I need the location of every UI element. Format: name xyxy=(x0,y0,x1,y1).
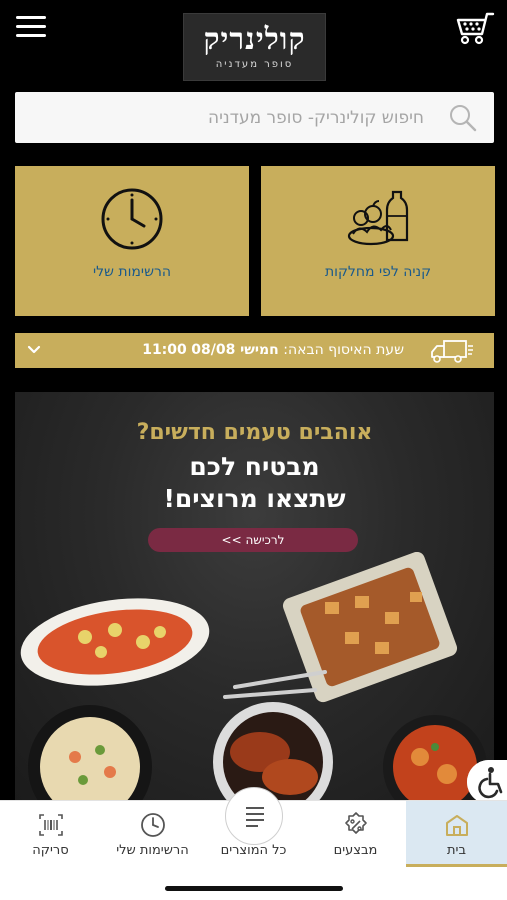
home-indicator[interactable] xyxy=(165,886,343,891)
search-input[interactable] xyxy=(35,92,424,143)
tab-scan-label: סריקה xyxy=(32,843,69,858)
banner-subheadline-1: מבטיח לכם xyxy=(189,452,320,481)
tab-home[interactable]: בית xyxy=(406,801,507,867)
app-header: קולינריק סופר מעדניה xyxy=(0,0,507,88)
tab-my-lists[interactable]: הרשימות שלי xyxy=(102,801,203,867)
clock-icon xyxy=(140,813,165,837)
tab-deals[interactable]: מבצעים xyxy=(305,801,406,867)
promo-banner[interactable]: אוהבים טעמים חדשים? מבטיח לכם שתצאו מרוצ… xyxy=(15,392,494,800)
salmon-dish-image xyxy=(20,598,210,686)
pickup-time: 11:00 xyxy=(142,342,187,358)
all-products-circle xyxy=(224,787,283,845)
list-icon xyxy=(245,807,264,827)
app-logo[interactable]: קולינריק סופר מעדניה xyxy=(183,13,326,81)
tab-my-lists-label: הרשימות שלי xyxy=(116,843,189,858)
food-dishes-image xyxy=(20,552,487,800)
salad-bowl-image xyxy=(28,705,152,800)
my-lists-label: הרשימות שלי xyxy=(92,264,172,280)
tab-all-products[interactable]: כל המוצרים xyxy=(203,787,304,867)
banner-headline: אוהבים טעמים חדשים? xyxy=(136,420,373,445)
tab-all-products-label: כל המוצרים xyxy=(220,843,287,858)
accessibility-icon[interactable] xyxy=(467,760,507,804)
tab-scan[interactable]: סריקה xyxy=(0,801,101,867)
tab-home-label: בית xyxy=(447,843,466,858)
barcode-scan-icon xyxy=(38,814,63,836)
banner-subheadline-2: שתצאו מרוצים! xyxy=(163,484,346,513)
my-lists-tile[interactable]: הרשימות שלי xyxy=(15,166,249,316)
next-pickup-bar[interactable]: שעת האיסוף הבאה: חמישי 08/08 11:00 xyxy=(15,333,494,368)
shop-by-department-label: קניה לפי מחלקות xyxy=(324,264,432,280)
chicken-plate-image xyxy=(213,702,333,800)
shop-by-department-tile[interactable]: קניה לפי מחלקות xyxy=(261,166,495,316)
discount-badge-icon xyxy=(344,812,367,834)
pickup-day-date: חמישי 08/08 xyxy=(191,342,279,358)
potatoes-tray-image xyxy=(282,552,458,703)
logo-title: קולינריק xyxy=(203,22,306,57)
chevron-down-icon[interactable] xyxy=(27,343,41,357)
logo-subtitle: סופר מעדניה xyxy=(215,59,294,70)
clock-icon xyxy=(101,188,163,250)
home-icon xyxy=(445,815,468,836)
hamburger-menu-icon[interactable] xyxy=(16,16,46,38)
tab-deals-label: מבצעים xyxy=(333,843,378,858)
next-pickup-text: שעת האיסוף הבאה: חמישי 08/08 11:00 xyxy=(142,342,404,358)
bottom-tab-bar: בית מבצעים כל המוצרים הרשימות שלי סריקה xyxy=(0,787,507,900)
delivery-truck-icon xyxy=(431,340,473,363)
pickup-prefix: שעת האיסוף הבאה: xyxy=(283,342,404,358)
search-icon[interactable] xyxy=(448,103,478,133)
shopping-cart-icon[interactable] xyxy=(453,10,495,46)
groceries-icon xyxy=(347,190,409,246)
banner-buy-button[interactable]: לרכישה >> xyxy=(148,528,358,552)
search-bar[interactable] xyxy=(15,92,494,143)
